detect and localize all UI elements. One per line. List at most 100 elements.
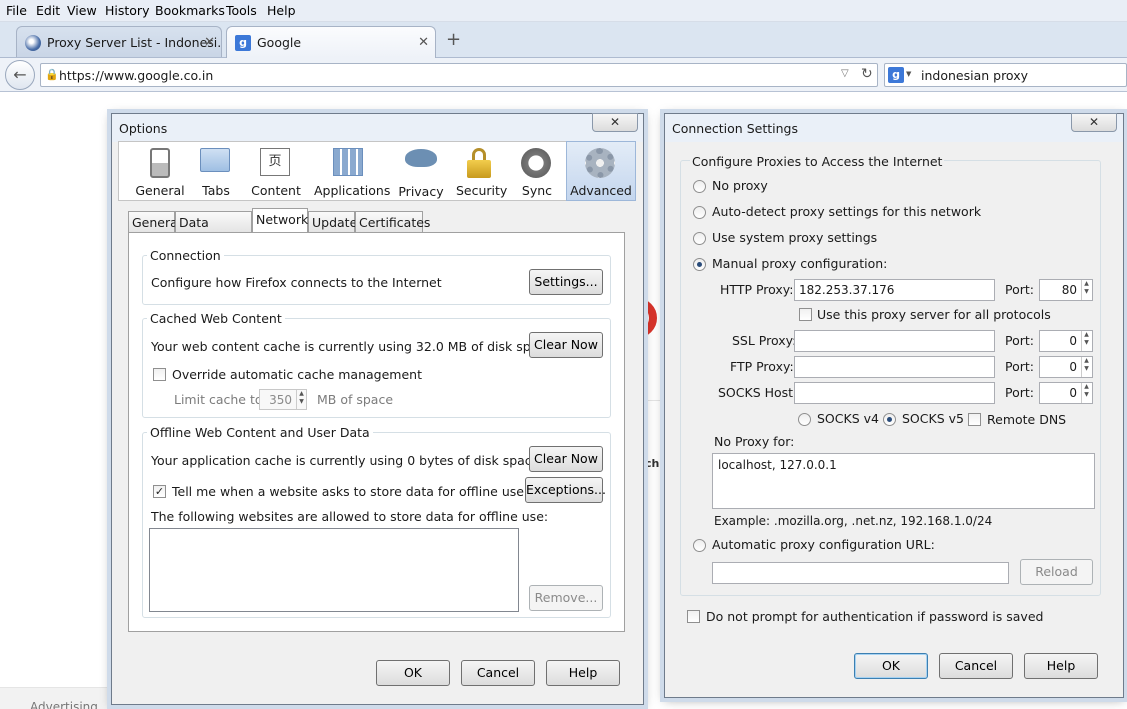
remove-button[interactable]: Remove...	[529, 585, 603, 611]
search-engine-icon[interactable]: g	[888, 67, 904, 83]
category-privacy[interactable]: Privacy	[398, 142, 444, 200]
category-security[interactable]: Security	[456, 142, 507, 200]
clear-cache-button[interactable]: Clear Now	[529, 332, 603, 358]
category-label: Content	[251, 183, 301, 198]
tell-offline-label: Tell me when a website asks to store dat…	[172, 484, 524, 499]
url-bar[interactable]: 🔒 https://www.google.co.in ▽ ↻	[40, 63, 878, 87]
subtab-general[interactable]: General	[128, 211, 181, 232]
menu-tools[interactable]: Tools	[226, 3, 257, 18]
no-proxy-for-textarea[interactable]: localhost, 127.0.0.1	[712, 453, 1095, 509]
no-proxy-for-label: No Proxy for:	[714, 434, 795, 449]
override-cache-checkbox[interactable]	[153, 368, 166, 381]
applications-icon	[333, 148, 365, 180]
close-tab-icon[interactable]: ✕	[204, 35, 215, 50]
socks-port-spinner[interactable]: ▲ ▼	[1081, 383, 1091, 403]
subtab-certificates[interactable]: Certificates	[355, 211, 430, 232]
offline-list-label: The following websites are allowed to st…	[151, 509, 549, 524]
menu-history[interactable]: History	[105, 3, 149, 18]
offline-description: Your application cache is currently usin…	[151, 453, 540, 468]
offline-sites-list[interactable]	[149, 528, 519, 612]
close-tab-icon[interactable]: ✕	[418, 35, 429, 50]
menu-edit[interactable]: Edit	[36, 3, 60, 18]
cache-limit-value: 350	[269, 393, 292, 407]
cache-limit-spinner[interactable]: ▲ ▼	[296, 390, 306, 409]
socks-port-value: 0	[1069, 386, 1077, 400]
category-label: General	[135, 183, 185, 198]
connection-close-button[interactable]: ✕	[1071, 113, 1117, 132]
tab-strip: Proxy Server List - Indonesi... ✕ g Goog…	[0, 22, 1127, 58]
socks-v4-label: SOCKS v4	[817, 411, 879, 426]
reload-icon[interactable]: ↻	[861, 66, 873, 82]
radio-socks-v4[interactable]	[798, 413, 811, 426]
connection-cancel-button[interactable]: Cancel	[939, 653, 1013, 679]
connection-ok-button[interactable]: OK	[854, 653, 928, 679]
radio-socks-v5[interactable]	[883, 413, 896, 426]
socks-host-input[interactable]	[794, 382, 995, 404]
folder-tabs-icon	[200, 148, 232, 180]
same-proxy-checkbox[interactable]	[799, 308, 812, 321]
radio-manual-proxy[interactable]	[693, 258, 706, 271]
tell-offline-checkbox[interactable]: ✓	[153, 485, 166, 498]
category-advanced[interactable]: Advanced	[566, 141, 636, 201]
options-close-button[interactable]: ✕	[592, 113, 638, 132]
ssl-proxy-input[interactable]	[794, 330, 995, 352]
category-tabs[interactable]: Tabs	[196, 142, 236, 200]
dropdown-icon[interactable]: ▽	[841, 68, 849, 79]
page-divider	[645, 400, 663, 500]
category-general[interactable]: General	[132, 142, 188, 200]
menu-bar: File Edit View History Bookmarks Tools H…	[0, 0, 1127, 22]
navigation-bar: ← 🔒 https://www.google.co.in ▽ ↻ g ▼ ind…	[0, 58, 1127, 92]
http-proxy-value: 182.253.37.176	[799, 283, 895, 297]
menu-view[interactable]: View	[67, 3, 97, 18]
reload-button[interactable]: Reload	[1020, 559, 1093, 585]
menu-file[interactable]: File	[6, 3, 27, 18]
subtab-label: Network	[256, 212, 309, 227]
category-applications[interactable]: Applications	[314, 142, 390, 200]
category-sync[interactable]: Sync	[518, 142, 556, 200]
socks-v5-label: SOCKS v5	[902, 411, 964, 426]
back-button[interactable]: ←	[5, 60, 35, 90]
category-content[interactable]: 页 Content	[251, 142, 301, 200]
http-port-spinner[interactable]: ▲ ▼	[1081, 280, 1091, 300]
google-favicon-icon: g	[235, 35, 251, 51]
advertising-link[interactable]: Advertising	[30, 700, 98, 709]
menu-help[interactable]: Help	[267, 3, 296, 18]
clear-offline-button[interactable]: Clear Now	[529, 446, 603, 472]
radio-auto-detect[interactable]	[693, 206, 706, 219]
subtab-data-choices[interactable]: Data Choices	[175, 211, 252, 245]
category-label: Security	[456, 183, 508, 198]
radio-no-proxy[interactable]	[693, 180, 706, 193]
ftp-port-spinner[interactable]: ▲ ▼	[1081, 357, 1091, 377]
connection-heading: Connection	[147, 248, 224, 263]
tab-proxy-list[interactable]: Proxy Server List - Indonesi... ✕	[16, 26, 222, 57]
connection-help-button[interactable]: Help	[1024, 653, 1098, 679]
ftp-proxy-input[interactable]	[794, 356, 995, 378]
close-icon: ✕	[609, 115, 621, 129]
tab-google[interactable]: g Google ✕	[226, 26, 436, 58]
checkmark-icon: ✓	[154, 485, 165, 498]
options-help-button[interactable]: Help	[546, 660, 620, 686]
search-bar[interactable]: g ▼ indonesian proxy	[884, 63, 1127, 87]
options-cancel-button[interactable]: Cancel	[461, 660, 535, 686]
radio-auto-proxy-url[interactable]	[693, 539, 706, 552]
subtab-network[interactable]: Network	[252, 208, 308, 233]
category-label: Advanced	[570, 183, 632, 198]
options-title: Options	[119, 121, 168, 136]
remote-dns-checkbox[interactable]	[968, 413, 981, 426]
http-proxy-input[interactable]: 182.253.37.176	[794, 279, 995, 301]
mask-icon	[405, 149, 437, 181]
auto-proxy-url-input[interactable]	[712, 562, 1009, 584]
ftp-proxy-label: FTP Proxy:	[730, 359, 794, 374]
new-tab-button[interactable]: +	[446, 29, 461, 50]
cache-description: Your web content cache is currently usin…	[151, 339, 553, 354]
options-ok-button[interactable]: OK	[376, 660, 450, 686]
category-label: Tabs	[202, 183, 230, 198]
subtab-update[interactable]: Update	[308, 211, 357, 232]
no-prompt-auth-checkbox[interactable]	[687, 610, 700, 623]
radio-system-proxy[interactable]	[693, 232, 706, 245]
ssl-port-value: 0	[1069, 334, 1077, 348]
ssl-port-spinner[interactable]: ▲ ▼	[1081, 331, 1091, 351]
settings-button[interactable]: Settings...	[529, 269, 603, 295]
exceptions-button[interactable]: Exceptions...	[525, 477, 606, 503]
menu-bookmarks[interactable]: Bookmarks	[155, 3, 225, 18]
